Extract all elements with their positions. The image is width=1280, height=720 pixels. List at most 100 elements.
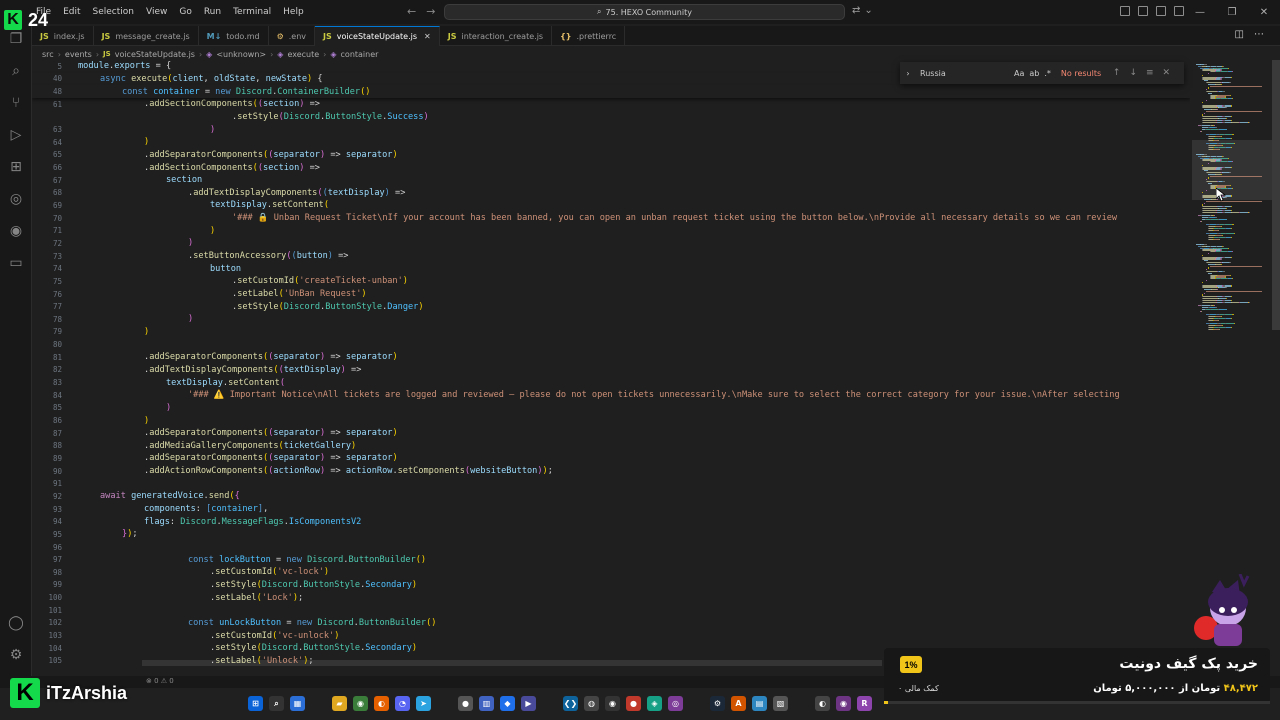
sticky-scroll-line[interactable]: 48 const container = new Discord.Containe… <box>32 85 1190 98</box>
file-explorer-icon[interactable]: ▰ <box>332 696 347 711</box>
breadcrumb-events[interactable]: events <box>65 50 92 59</box>
chrome-icon[interactable]: ◉ <box>353 696 368 711</box>
code-line[interactable]: 78) <box>32 313 1190 326</box>
code-line[interactable]: 91 <box>32 477 1190 490</box>
next-match-icon[interactable]: ↓ <box>1129 68 1137 78</box>
tab-interaction-create-js[interactable]: JS interaction_create.js <box>440 26 553 46</box>
back-arrow-icon[interactable]: ← <box>407 5 416 18</box>
code-line[interactable]: 88 .addMediaGalleryComponents(ticketGalle… <box>32 440 1190 453</box>
app-icon[interactable]: ● <box>626 696 641 711</box>
menu-help[interactable]: Help <box>277 5 310 19</box>
toggle-replace-icon[interactable]: › <box>900 69 916 78</box>
forward-arrow-icon[interactable]: → <box>426 5 435 18</box>
find-in-selection-icon[interactable]: ≡ <box>1146 68 1154 78</box>
docker-icon[interactable]: ◉ <box>7 222 25 240</box>
code-line[interactable]: 73 .setButtonAccessory((button) => <box>32 250 1190 263</box>
breadcrumb-execute[interactable]: execute <box>287 50 319 59</box>
app-icon[interactable]: ◉ <box>836 696 851 711</box>
code-line[interactable]: 68 .addTextDisplayComponents((textDisplay… <box>32 187 1190 200</box>
windows-start-icon[interactable]: ⊞ <box>248 696 263 711</box>
app-icon[interactable]: ▥ <box>479 696 494 711</box>
extensions-icon[interactable]: ⊞ <box>7 158 25 176</box>
code-line[interactable]: 81 .addSeparatorComponents((separator) =>… <box>32 351 1190 364</box>
command-center-search[interactable]: ⌕ 75. HEXO Community <box>444 4 845 20</box>
menu-terminal[interactable]: Terminal <box>227 5 277 19</box>
code-line[interactable]: 72) <box>32 237 1190 250</box>
tab-env[interactable]: ⚙ .env <box>269 26 316 46</box>
restore-icon[interactable]: ❐ <box>1216 0 1248 24</box>
code-line[interactable]: 80 <box>32 338 1190 351</box>
code-line[interactable]: 87 .addSeparatorComponents((separator) =>… <box>32 427 1190 440</box>
breadcrumb-container[interactable]: container <box>341 50 379 59</box>
close-tab-icon[interactable]: ✕ <box>424 32 431 41</box>
menu-selection[interactable]: Selection <box>87 5 140 19</box>
customize-layout-icon[interactable] <box>1120 6 1130 16</box>
taskbar-search-icon[interactable]: ⌕ <box>269 696 284 711</box>
code-line[interactable]: .setStyle(Discord.ButtonStyle.Success) <box>32 111 1190 124</box>
app-icon[interactable]: ◆ <box>500 696 515 711</box>
code-line[interactable]: 69 textDisplay.setContent( <box>32 199 1190 212</box>
code-line[interactable]: 98 .setCustomId('vc-lock') <box>32 566 1190 579</box>
search-icon[interactable]: ⌕ <box>7 62 25 80</box>
menu-view[interactable]: View <box>140 5 173 19</box>
obs-icon[interactable]: ● <box>458 696 473 711</box>
tab-message-create-js[interactable]: JS message_create.js <box>94 26 199 46</box>
code-line[interactable]: 64) <box>32 136 1190 149</box>
code-line[interactable]: 82 .addTextDisplayComponents((textDisplay… <box>32 364 1190 377</box>
code-line[interactable]: 70 '### 🔒 Unban Request Ticket\nIf your a… <box>32 212 1190 225</box>
code-line[interactable]: 99 .setStyle(Discord.ButtonStyle.Secondar… <box>32 579 1190 592</box>
app-icon[interactable]: ◉ <box>605 696 620 711</box>
code-line[interactable]: 84 '### ⚠️ Important Notice\nAll tickets … <box>32 389 1190 402</box>
tab-prettierrc[interactable]: {} .prettierrc <box>552 26 626 46</box>
code-editor[interactable]: 5 module.exports = {40 async execute(clien… <box>32 60 1190 666</box>
code-line[interactable]: 85) <box>32 402 1190 415</box>
code-line[interactable]: 97 const lockButton = new Discord.ButtonB… <box>32 553 1190 566</box>
code-line[interactable]: 79) <box>32 326 1190 339</box>
menu-run[interactable]: Run <box>198 5 227 19</box>
code-line[interactable]: 95}); <box>32 528 1190 541</box>
menu-go[interactable]: Go <box>173 5 197 19</box>
code-line[interactable]: 86) <box>32 414 1190 427</box>
source-control-icon[interactable]: ⑂ <box>7 94 25 112</box>
copilot-icon[interactable]: ⇄ <box>852 5 860 16</box>
code-line[interactable]: 92 await generatedVoice.send({ <box>32 490 1190 503</box>
telegram-icon[interactable]: ➤ <box>416 696 431 711</box>
app-icon[interactable]: ◍ <box>584 696 599 711</box>
code-line[interactable]: 75 .setCustomId('createTicket-unban') <box>32 275 1190 288</box>
tab-todo-md[interactable]: M↓ todo.md <box>199 26 269 46</box>
vertical-scrollbar[interactable] <box>1272 60 1280 330</box>
code-line[interactable]: 100 .setLabel('Lock'); <box>32 591 1190 604</box>
run-debug-icon[interactable]: ▷ <box>7 126 25 144</box>
code-line[interactable]: 93 components: [container], <box>32 503 1190 516</box>
more-actions-icon[interactable]: ⋯ <box>1254 29 1264 40</box>
toggle-panel-icon[interactable] <box>1156 6 1166 16</box>
split-editor-icon[interactable]: ◫ <box>1235 29 1244 40</box>
app-icon[interactable]: R <box>857 696 872 711</box>
code-line[interactable]: 102 const unLockButton = new Discord.Butt… <box>32 617 1190 630</box>
breadcrumb-file[interactable]: voiceStateUpdate.js <box>115 50 195 59</box>
close-window-icon[interactable]: ✕ <box>1248 0 1280 24</box>
code-line[interactable]: 96 <box>32 541 1190 554</box>
toggle-sidebar-icon[interactable] <box>1138 6 1148 16</box>
account-icon[interactable]: ◯ <box>7 614 25 632</box>
steam-icon[interactable]: ⚙ <box>710 696 725 711</box>
code-line[interactable]: 74 button <box>32 262 1190 275</box>
code-line[interactable]: 101 <box>32 604 1190 617</box>
menu-edit[interactable]: Edit <box>57 5 86 19</box>
close-icon[interactable]: ✕ <box>1163 68 1171 78</box>
code-line[interactable]: 77 .setStyle(Discord.ButtonStyle.Danger) <box>32 300 1190 313</box>
code-line[interactable]: 66 .addSectionComponents((section) => <box>32 161 1190 174</box>
find-input[interactable]: Russia <box>916 69 1014 78</box>
app-icon[interactable]: A <box>731 696 746 711</box>
chevron-down-icon[interactable]: ⌄ <box>864 5 872 16</box>
code-line[interactable]: 89 .addSeparatorComponents((separator) =>… <box>32 452 1190 465</box>
minimize-icon[interactable]: — <box>1184 0 1216 24</box>
breadcrumb-src[interactable]: src <box>42 50 54 59</box>
tab-voicestateupdate-js[interactable]: JS voiceStateUpdate.js ✕ <box>315 26 440 46</box>
code-line[interactable]: 71) <box>32 224 1190 237</box>
code-line[interactable]: 63) <box>32 123 1190 136</box>
app-icon[interactable]: ▧ <box>773 696 788 711</box>
previous-match-icon[interactable]: ↑ <box>1113 68 1121 78</box>
breadcrumb-unknown[interactable]: <unknown> <box>216 50 266 59</box>
remote-explorer-icon[interactable]: ▭ <box>7 254 25 272</box>
